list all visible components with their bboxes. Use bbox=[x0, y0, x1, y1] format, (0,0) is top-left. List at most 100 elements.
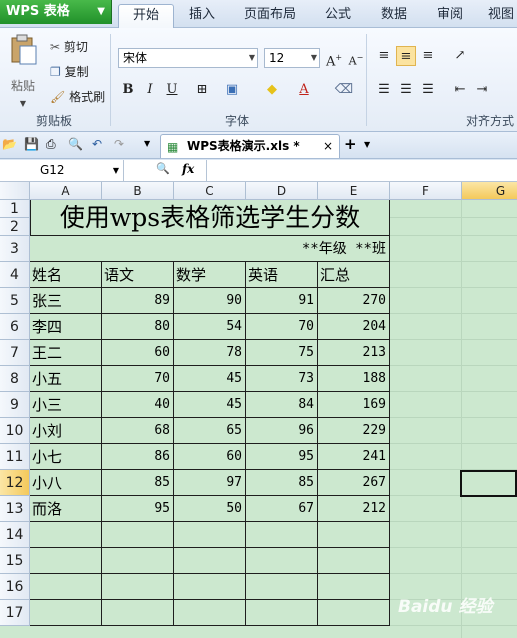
zoom-icon[interactable]: 🔍 bbox=[156, 162, 170, 175]
tab-review[interactable]: 审阅 bbox=[428, 4, 472, 28]
empty-cell[interactable] bbox=[102, 522, 174, 548]
chevron-down-icon[interactable]: ▼ bbox=[113, 160, 119, 181]
font-size-combo[interactable]: 12 ▼ bbox=[264, 48, 320, 68]
data-cell[interactable]: 267 bbox=[318, 470, 390, 496]
empty-cell[interactable] bbox=[174, 522, 246, 548]
column-header-a[interactable]: A bbox=[30, 182, 102, 200]
print-preview-icon[interactable]: 🔍 bbox=[68, 137, 83, 151]
row-header-10[interactable]: 10 bbox=[0, 418, 30, 444]
row-header-2[interactable]: 2 bbox=[0, 218, 30, 236]
data-cell[interactable]: 60 bbox=[102, 340, 174, 366]
row-header-13[interactable]: 13 bbox=[0, 496, 30, 522]
column-header-c[interactable]: C bbox=[174, 182, 246, 200]
column-header-d[interactable]: D bbox=[246, 182, 318, 200]
column-header-b[interactable]: B bbox=[102, 182, 174, 200]
open-icon[interactable]: 📂 bbox=[2, 137, 17, 151]
new-tab-icon[interactable]: + bbox=[344, 135, 357, 153]
empty-cell[interactable] bbox=[30, 574, 102, 600]
close-icon[interactable]: × bbox=[323, 135, 333, 157]
data-cell[interactable]: 小三 bbox=[30, 392, 102, 418]
row-header-14[interactable]: 14 bbox=[0, 522, 30, 548]
header-cell-2[interactable]: 语文 bbox=[102, 262, 174, 288]
undo-icon[interactable]: ↶ bbox=[92, 137, 102, 151]
data-cell[interactable]: 212 bbox=[318, 496, 390, 522]
empty-cell[interactable] bbox=[246, 548, 318, 574]
data-cell[interactable]: 45 bbox=[174, 392, 246, 418]
empty-cell[interactable] bbox=[102, 574, 174, 600]
redo-icon[interactable]: ↷ bbox=[114, 137, 124, 151]
data-cell[interactable]: 而洛 bbox=[30, 496, 102, 522]
data-cell[interactable]: 王二 bbox=[30, 340, 102, 366]
spreadsheet-grid[interactable]: A B C D E F G 1 2 3 4 5 6 7 8 9 10 11 12 13 14 15 16 17 使用wps表格… bbox=[0, 182, 517, 638]
tab-home[interactable]: 开始 bbox=[118, 4, 174, 28]
underline-button[interactable]: U bbox=[162, 80, 182, 100]
empty-cell[interactable] bbox=[174, 548, 246, 574]
data-cell[interactable]: 小刘 bbox=[30, 418, 102, 444]
fx-icon[interactable]: fx bbox=[182, 162, 194, 176]
indent-increase-icon[interactable]: ⇥ bbox=[472, 80, 492, 100]
data-cell[interactable]: 85 bbox=[246, 470, 318, 496]
row-header-16[interactable]: 16 bbox=[0, 574, 30, 600]
header-cell-5[interactable]: 汇总 bbox=[318, 262, 390, 288]
empty-cell[interactable] bbox=[318, 600, 390, 626]
indent-decrease-icon[interactable]: ⇤ bbox=[450, 80, 470, 100]
data-cell[interactable]: 90 bbox=[174, 288, 246, 314]
data-cell[interactable]: 95 bbox=[102, 496, 174, 522]
column-header-g[interactable]: G bbox=[462, 182, 517, 200]
fill-color-icon[interactable]: ◆ bbox=[262, 80, 282, 100]
empty-cell[interactable] bbox=[102, 600, 174, 626]
align-right-icon[interactable]: ☰ bbox=[418, 80, 438, 100]
data-cell[interactable]: 213 bbox=[318, 340, 390, 366]
data-cell[interactable]: 97 bbox=[174, 470, 246, 496]
align-top-icon[interactable]: ≡ bbox=[374, 46, 394, 66]
font-name-combo[interactable]: 宋体 ▼ bbox=[118, 48, 258, 68]
tab-page-layout[interactable]: 页面布局 bbox=[238, 4, 302, 28]
active-cell-cursor[interactable] bbox=[460, 470, 517, 497]
tab-view[interactable]: 视图 bbox=[484, 4, 517, 28]
chevron-down-icon[interactable]: ▼ bbox=[364, 140, 370, 149]
row-header-3[interactable]: 3 bbox=[0, 236, 30, 262]
data-cell[interactable]: 45 bbox=[174, 366, 246, 392]
customize-icon[interactable]: ▼ bbox=[144, 139, 150, 148]
data-cell[interactable]: 40 bbox=[102, 392, 174, 418]
row-header-5[interactable]: 5 bbox=[0, 288, 30, 314]
tab-data[interactable]: 数据 bbox=[372, 4, 416, 28]
data-cell[interactable]: 50 bbox=[174, 496, 246, 522]
paste-button[interactable]: 粘贴 ▼ bbox=[6, 34, 40, 113]
empty-cell[interactable] bbox=[30, 548, 102, 574]
grow-font-button[interactable]: A+ bbox=[324, 48, 344, 69]
data-cell[interactable]: 204 bbox=[318, 314, 390, 340]
bold-button[interactable]: B bbox=[118, 80, 138, 100]
column-header-f[interactable]: F bbox=[390, 182, 462, 200]
data-cell[interactable]: 84 bbox=[246, 392, 318, 418]
data-cell[interactable]: 小七 bbox=[30, 444, 102, 470]
data-cell[interactable]: 70 bbox=[246, 314, 318, 340]
class-line-cell[interactable]: **年级 **班 bbox=[30, 236, 390, 262]
empty-cell[interactable] bbox=[174, 574, 246, 600]
data-cell[interactable]: 91 bbox=[246, 288, 318, 314]
print-icon[interactable]: ⎙ bbox=[46, 137, 56, 152]
data-cell[interactable]: 85 bbox=[102, 470, 174, 496]
borders-icon[interactable]: ⊞ bbox=[192, 80, 212, 100]
data-cell[interactable]: 73 bbox=[246, 366, 318, 392]
empty-cell[interactable] bbox=[246, 574, 318, 600]
header-cell-1[interactable]: 姓名 bbox=[30, 262, 102, 288]
align-middle-icon[interactable]: ≡ bbox=[396, 46, 416, 66]
row-header-12[interactable]: 12 bbox=[0, 470, 30, 496]
header-cell-3[interactable]: 数学 bbox=[174, 262, 246, 288]
row-header-8[interactable]: 8 bbox=[0, 366, 30, 392]
data-cell[interactable]: 70 bbox=[102, 366, 174, 392]
data-cell[interactable]: 小八 bbox=[30, 470, 102, 496]
name-box[interactable]: G12 ▼ bbox=[0, 160, 124, 182]
align-left-icon[interactable]: ☰ bbox=[374, 80, 394, 100]
data-cell[interactable]: 80 bbox=[102, 314, 174, 340]
cut-button[interactable]: ✂ 剪切 bbox=[50, 38, 88, 56]
formula-input[interactable] bbox=[208, 161, 516, 181]
data-cell[interactable]: 67 bbox=[246, 496, 318, 522]
empty-cell[interactable] bbox=[30, 600, 102, 626]
data-cell[interactable]: 张三 bbox=[30, 288, 102, 314]
data-cell[interactable]: 86 bbox=[102, 444, 174, 470]
empty-cell[interactable] bbox=[174, 600, 246, 626]
row-header-15[interactable]: 15 bbox=[0, 548, 30, 574]
data-cell[interactable]: 78 bbox=[174, 340, 246, 366]
